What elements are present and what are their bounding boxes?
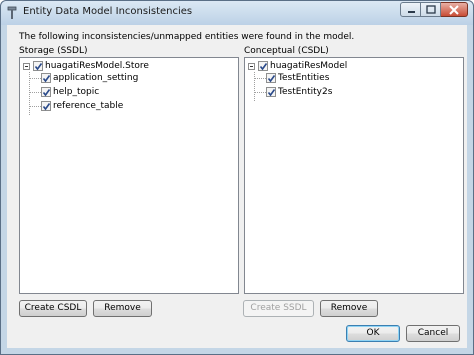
- remove-conceptual-button[interactable]: Remove: [320, 300, 378, 317]
- title-bar[interactable]: Entity Data Model Inconsistencies: [1, 1, 473, 25]
- window-title: Entity Data Model Inconsistencies: [23, 6, 193, 17]
- tree-item-checkbox[interactable]: [41, 73, 51, 83]
- tree-line: [30, 106, 41, 107]
- tree-item-checkbox[interactable]: [266, 87, 276, 97]
- message-text: The following inconsistencies/unmapped e…: [19, 32, 355, 42]
- tree-node-label: TestEntity2s: [278, 87, 333, 97]
- check-icon: [267, 75, 276, 83]
- minimize-icon: [408, 11, 415, 13]
- cancel-button[interactable]: Cancel: [406, 325, 460, 342]
- close-button[interactable]: [441, 2, 468, 17]
- dialog-window: Entity Data Model Inconsistencies The fo…: [0, 0, 474, 355]
- check-icon: [42, 75, 51, 83]
- tree-line: [255, 92, 266, 93]
- maximize-icon: [426, 5, 436, 14]
- collapse-toggle[interactable]: [23, 63, 30, 70]
- dialog-body: The following inconsistencies/unmapped e…: [7, 25, 467, 348]
- close-icon: [449, 5, 459, 15]
- conceptual-root-checkbox[interactable]: [258, 61, 268, 71]
- storage-root-checkbox[interactable]: [33, 61, 43, 71]
- storage-tree[interactable]: huagatiResModel.Store application_settin…: [19, 57, 239, 294]
- tree-node-label: huagatiResModel: [270, 61, 348, 71]
- tree-node-label: application_setting: [53, 73, 139, 83]
- tree-item-checkbox[interactable]: [41, 87, 51, 97]
- check-icon: [34, 63, 43, 71]
- check-icon: [42, 103, 51, 111]
- remove-storage-button[interactable]: Remove: [93, 300, 152, 317]
- check-icon: [267, 89, 276, 97]
- tree-item-checkbox[interactable]: [41, 101, 51, 111]
- conceptual-tree[interactable]: huagatiResModel TestEntities TestEntity2…: [244, 57, 464, 294]
- conceptual-label: Conceptual (CSDL): [244, 46, 329, 56]
- tree-line: [255, 78, 266, 79]
- tree-node-label: reference_table: [53, 101, 124, 111]
- check-icon: [42, 89, 51, 97]
- tree-line: [30, 92, 41, 93]
- collapse-toggle[interactable]: [248, 63, 255, 70]
- tree-node-label: help_topic: [53, 87, 100, 97]
- tree-item-checkbox[interactable]: [266, 73, 276, 83]
- tree-node-label: huagatiResModel.Store: [45, 61, 149, 71]
- ok-button[interactable]: OK: [346, 325, 400, 342]
- create-csdl-button[interactable]: Create CSDL: [19, 300, 87, 317]
- tree-line: [254, 72, 255, 101]
- minimize-button[interactable]: [400, 2, 421, 17]
- tree-node-label: TestEntities: [278, 73, 330, 83]
- create-ssdl-button[interactable]: Create SSDL: [243, 300, 314, 317]
- pin-icon: [7, 6, 17, 19]
- check-icon: [259, 63, 268, 71]
- maximize-button[interactable]: [421, 2, 441, 17]
- tree-line: [30, 78, 41, 79]
- storage-label: Storage (SSDL): [19, 46, 88, 56]
